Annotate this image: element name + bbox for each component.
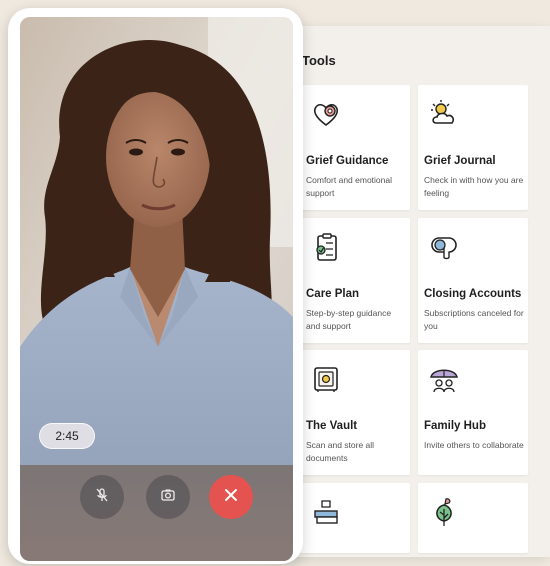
family-umbrella-icon [427, 362, 461, 396]
tool-title: Family Hub [424, 420, 486, 432]
heart-pin-icon [309, 97, 343, 131]
camera-button[interactable] [146, 475, 190, 519]
call-timer: 2:45 [39, 423, 95, 449]
end-call-icon [224, 488, 238, 507]
tool-card-the-vault[interactable]: The Vault Scan and store all documents [300, 350, 410, 475]
tools-title: Tools [302, 53, 336, 68]
tool-card-partial-1[interactable] [300, 483, 410, 553]
sun-cloud-icon [427, 97, 461, 131]
tool-title: The Vault [306, 420, 358, 432]
mute-button[interactable] [80, 475, 124, 519]
toggle-hand-icon [427, 230, 461, 264]
tea-books-icon [309, 495, 343, 529]
bird-tree-icon [427, 495, 461, 529]
video-call-screen: 2:45 [20, 17, 293, 561]
tool-desc: Scan and store all documents [306, 440, 375, 463]
tool-desc: Subscriptions canceled for you [424, 308, 524, 331]
tool-title: Closing Accounts [424, 288, 522, 300]
tool-desc: Step-by-step guidance and support [306, 308, 392, 331]
tool-card-family-hub[interactable]: Family Hub Invite others to collaborate [418, 350, 528, 475]
tool-desc: Comfort and emotional support [306, 175, 392, 198]
clipboard-check-icon [309, 230, 343, 264]
tool-card-partial-2[interactable] [418, 483, 528, 553]
mic-off-icon [94, 487, 110, 508]
end-call-button[interactable] [209, 475, 253, 519]
tool-title: Grief Guidance [306, 155, 389, 167]
tools-panel: Tools Grief Guidance Comfort and emotion… [268, 26, 550, 557]
tool-card-grief-guidance[interactable]: Grief Guidance Comfort and emotional sup… [300, 85, 410, 210]
tool-card-care-plan[interactable]: Care Plan Step-by-step guidance and supp… [300, 218, 410, 343]
tool-card-grief-journal[interactable]: Grief Journal Check in with how you are … [418, 85, 528, 210]
phone-frame: 2:45 [8, 8, 303, 564]
tool-desc: Check in with how you are feeling [424, 175, 524, 198]
tool-card-closing-accounts[interactable]: Closing Accounts Subscriptions canceled … [418, 218, 528, 343]
safe-icon [309, 362, 343, 396]
camera-icon [160, 487, 176, 508]
tool-title: Grief Journal [424, 155, 496, 167]
tool-desc: Invite others to collaborate [424, 440, 524, 450]
tool-title: Care Plan [306, 288, 360, 300]
